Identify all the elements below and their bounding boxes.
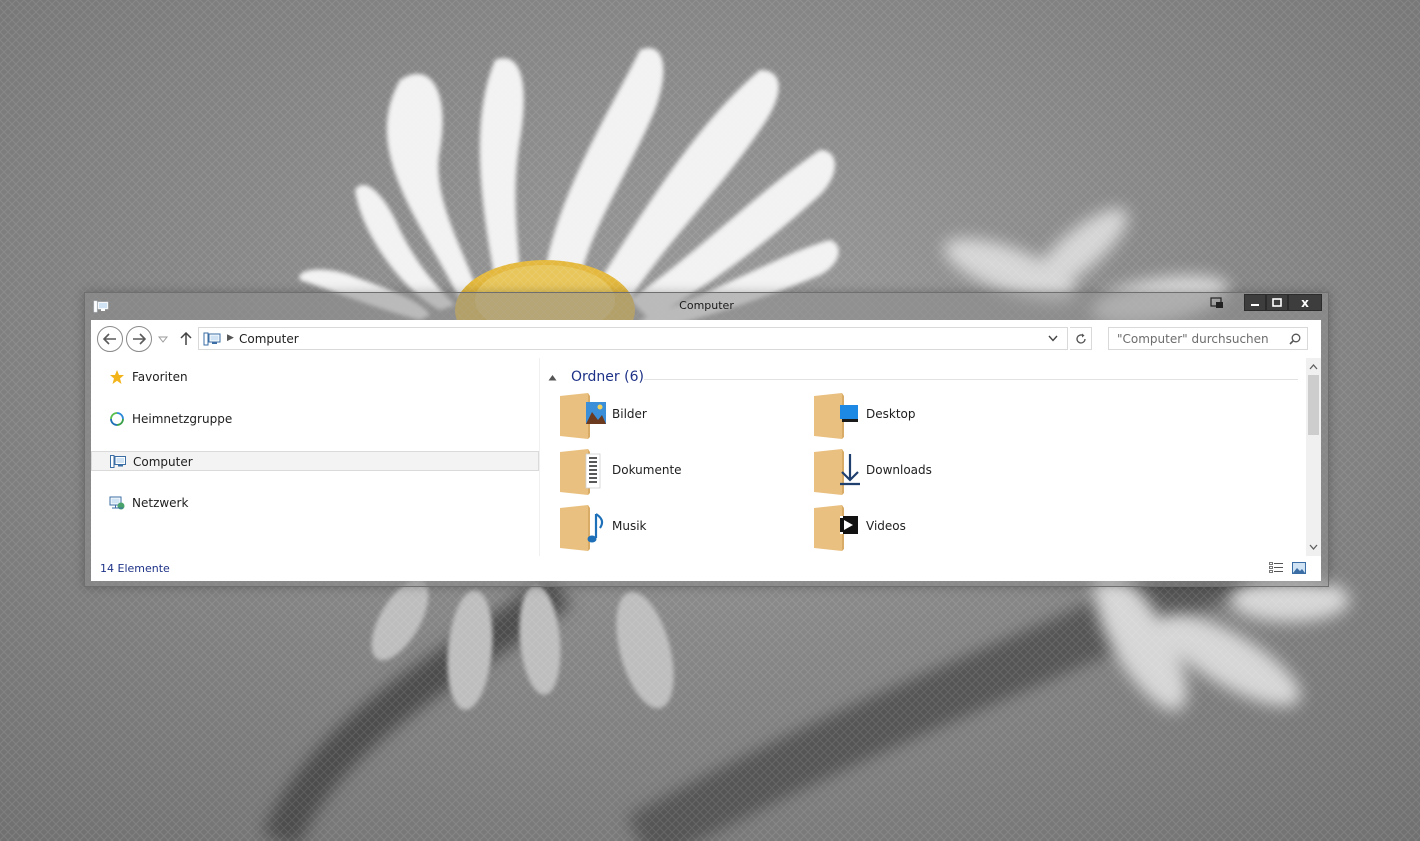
computer-icon: [110, 455, 126, 468]
refresh-button[interactable]: [1070, 327, 1092, 350]
minimize-button[interactable]: [1244, 294, 1266, 311]
documents-icon: [560, 449, 601, 495]
close-icon: x: [1301, 295, 1309, 310]
folder-dokumente[interactable]: Dokumente: [558, 448, 798, 498]
sidebar-item-label: Computer: [133, 455, 193, 469]
videos-icon: [814, 505, 858, 551]
desktop-icon: [814, 393, 858, 439]
group-title: Ordner (6): [571, 369, 644, 385]
forward-button[interactable]: [126, 326, 152, 352]
homegroup-icon: [110, 412, 124, 426]
folder-label: Dokumente: [612, 463, 682, 477]
window-client: ▶ Computer "Computer" durchsuchen Favori…: [91, 320, 1321, 581]
sidebar-item-netzwerk[interactable]: Netzwerk: [91, 493, 539, 513]
back-button[interactable]: [97, 326, 123, 352]
collapse-chevron-icon[interactable]: [548, 374, 557, 381]
folder-desktop[interactable]: Desktop: [812, 392, 1052, 442]
maximize-icon: [1272, 298, 1282, 307]
back-arrow-icon: [103, 333, 116, 345]
folder-videos[interactable]: Videos: [812, 504, 1052, 554]
chevron-down-icon: [158, 336, 168, 343]
folder-downloads[interactable]: Downloads: [812, 448, 1052, 498]
title-bar[interactable]: Computer x: [85, 293, 1328, 319]
group-header[interactable]: Ordner (6): [548, 368, 1298, 388]
maximize-button[interactable]: [1266, 294, 1288, 311]
forward-arrow-icon: [133, 333, 146, 345]
sidebar-item-favoriten[interactable]: Favoriten: [91, 367, 539, 387]
pictures-icon: [560, 393, 606, 439]
chevron-down-icon: [1048, 335, 1058, 342]
folder-label: Desktop: [866, 407, 916, 421]
scroll-down-button[interactable]: [1306, 540, 1321, 554]
folder-label: Downloads: [866, 463, 932, 477]
sidebar-item-label: Netzwerk: [132, 496, 189, 510]
close-button[interactable]: x: [1288, 294, 1322, 311]
chevron-up-icon: [1309, 364, 1318, 370]
breadcrumb-separator-icon[interactable]: ▶: [227, 333, 234, 343]
computer-icon: [203, 332, 221, 346]
navigation-pane: Favoriten Heimnetzgruppe Computer Netzwe…: [91, 358, 539, 556]
window-title: Computer: [679, 299, 734, 312]
status-bar: 14 Elemente: [91, 556, 1321, 581]
refresh-icon: [1075, 333, 1086, 344]
search-placeholder: "Computer" durchsuchen: [1117, 332, 1269, 346]
address-dropdown-button[interactable]: [1046, 327, 1060, 350]
item-count: 14 Elemente: [100, 562, 170, 575]
large-icons-view-button[interactable]: [1291, 561, 1307, 575]
sidebar-item-heimnetzgruppe[interactable]: Heimnetzgruppe: [91, 409, 539, 429]
navigation-bar: ▶ Computer "Computer" durchsuchen: [91, 320, 1321, 358]
folder-label: Videos: [866, 519, 906, 533]
search-icon[interactable]: [1289, 333, 1301, 345]
music-icon: [560, 505, 604, 551]
network-icon: [109, 496, 125, 510]
star-icon: [110, 370, 124, 384]
breadcrumb[interactable]: Computer: [239, 332, 299, 346]
folder-bilder[interactable]: Bilder: [558, 392, 798, 442]
scrollbar-thumb[interactable]: [1308, 375, 1319, 435]
up-arrow-icon: [180, 332, 192, 345]
details-view-button[interactable]: [1268, 561, 1284, 575]
chevron-down-icon: [1309, 544, 1318, 550]
folder-musik[interactable]: Musik: [558, 504, 798, 554]
up-button[interactable]: [178, 330, 194, 348]
address-bar[interactable]: ▶ Computer: [198, 327, 1068, 350]
large-icons-view-icon: [1292, 562, 1306, 574]
scroll-up-button[interactable]: [1306, 360, 1321, 374]
details-view-icon: [1268, 562, 1283, 573]
sidebar-item-label: Favoriten: [132, 370, 188, 384]
folder-label: Musik: [612, 519, 647, 533]
search-input[interactable]: "Computer" durchsuchen: [1108, 327, 1308, 350]
downloads-icon: [814, 449, 860, 495]
content-area: Ordner (6) Bilder Desktop Dokumente Down…: [540, 358, 1306, 556]
group-divider: [644, 379, 1298, 380]
folder-label: Bilder: [612, 407, 647, 421]
sidebar-item-label: Heimnetzgruppe: [132, 412, 233, 426]
vertical-scrollbar[interactable]: [1306, 358, 1321, 556]
minimize-icon: [1251, 303, 1259, 306]
snap-button[interactable]: [1207, 294, 1227, 311]
recent-locations-button[interactable]: [157, 333, 169, 345]
explorer-window: Computer x ▶ Computer "Computer" durchsu…: [84, 292, 1329, 587]
sidebar-item-computer[interactable]: Computer: [91, 451, 539, 471]
snap-icon: [1210, 296, 1223, 308]
